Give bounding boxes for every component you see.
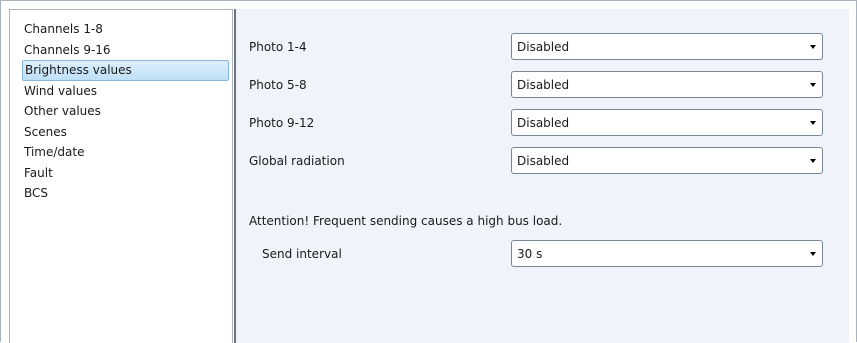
photo-5-8-label: Photo 5-8 — [249, 78, 307, 92]
photo-5-8-value: Disabled — [517, 78, 570, 92]
sidebar-item-wind-values[interactable]: Wind values — [24, 81, 229, 102]
sidebar-item-brightness-values[interactable]: Brightness values — [22, 60, 229, 81]
chevron-down-icon — [810, 121, 816, 125]
sidebar-list: Channels 1-8 Channels 9-16 Brightness va… — [22, 19, 229, 204]
global-radiation-label: Global radiation — [249, 154, 345, 168]
chevron-down-icon — [810, 252, 816, 256]
sidebar-item-bcs[interactable]: BCS — [24, 183, 229, 204]
chevron-down-icon — [810, 83, 816, 87]
send-interval-value: 30 s — [517, 247, 543, 261]
global-radiation-value: Disabled — [517, 154, 570, 168]
photo-1-4-label: Photo 1-4 — [249, 40, 307, 54]
photo-1-4-select[interactable]: Disabled — [511, 33, 823, 60]
sidebar: Channels 1-8 Channels 9-16 Brightness va… — [9, 9, 233, 343]
parameter-window: Channels 1-8 Channels 9-16 Brightness va… — [0, 0, 857, 343]
sidebar-item-scenes[interactable]: Scenes — [24, 122, 229, 143]
sidebar-item-fault[interactable]: Fault — [24, 163, 229, 184]
photo-1-4-value: Disabled — [517, 40, 570, 54]
photo-9-12-label: Photo 9-12 — [249, 116, 315, 130]
photo-5-8-select[interactable]: Disabled — [511, 71, 823, 98]
chevron-down-icon — [810, 45, 816, 49]
parameter-panel: Photo 1-4 Disabled Photo 5-8 Disabled Ph… — [236, 9, 849, 343]
sidebar-item-channels-1-8[interactable]: Channels 1-8 — [24, 19, 229, 40]
photo-9-12-select[interactable]: Disabled — [511, 109, 823, 136]
send-interval-label: Send interval — [262, 247, 342, 261]
send-interval-select[interactable]: 30 s — [511, 240, 823, 267]
bus-load-warning: Attention! Frequent sending causes a hig… — [249, 214, 563, 228]
photo-9-12-value: Disabled — [517, 116, 570, 130]
sidebar-item-other-values[interactable]: Other values — [24, 101, 229, 122]
chevron-down-icon — [810, 159, 816, 163]
global-radiation-select[interactable]: Disabled — [511, 147, 823, 174]
sidebar-item-time-date[interactable]: Time/date — [24, 142, 229, 163]
sidebar-item-channels-9-16[interactable]: Channels 9-16 — [24, 40, 229, 61]
